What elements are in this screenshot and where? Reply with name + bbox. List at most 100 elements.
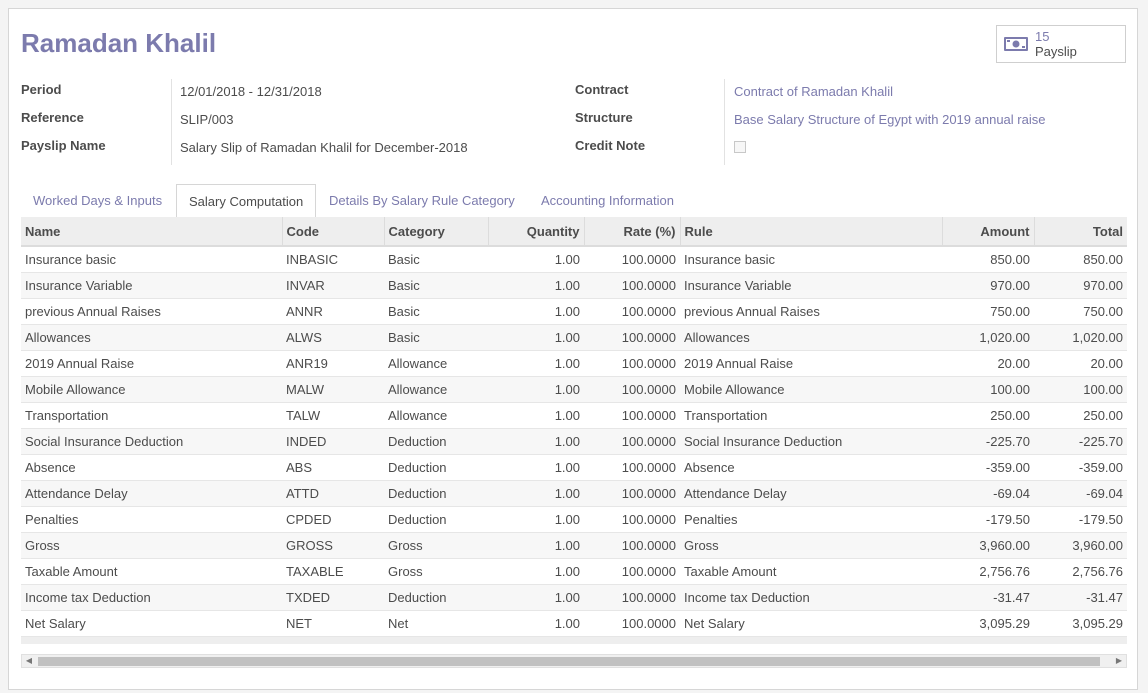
cell-name: Penalties: [21, 506, 282, 533]
cell-rate: 100.0000: [584, 376, 680, 403]
column-header-rule[interactable]: Rule: [679, 217, 942, 247]
column-header-code[interactable]: Code: [281, 217, 384, 247]
payslip-form-sheet: Ramadan Khalil 15 Payslip Period 12/01/2…: [8, 8, 1138, 690]
cell-total: 3,960.00: [1034, 532, 1127, 559]
cell-category: Basic: [384, 246, 488, 273]
cell-total: 100.00: [1034, 376, 1127, 403]
cell-category: Allowance: [384, 350, 488, 377]
scrollbar-thumb[interactable]: [38, 657, 1100, 666]
table-row[interactable]: Absence ABS Deduction 1.00 100.0000 Absence -3…: [21, 454, 1127, 481]
cell-total: 3,095.29: [1034, 610, 1127, 637]
table-row[interactable]: 2019 Annual Raise ANR19 Allowance 1.00 100.0…: [21, 350, 1127, 377]
column-header-quantity[interactable]: Quantity: [487, 217, 584, 247]
table-header-row: Name Code Category Quantity Rate (%) Rul…: [21, 217, 1127, 247]
cell-code: TAXABLE: [282, 558, 384, 585]
column-header-total[interactable]: Total: [1033, 217, 1127, 247]
cell-code: ABS: [282, 454, 384, 481]
cell-quantity: 1.00: [488, 324, 584, 351]
cell-name: Insurance Variable: [21, 272, 282, 299]
cell-name: Income tax Deduction: [21, 584, 282, 611]
column-header-amount[interactable]: Amount: [941, 217, 1034, 247]
cell-quantity: 1.00: [488, 298, 584, 325]
cell-total: 20.00: [1034, 350, 1127, 377]
structure-link[interactable]: Base Salary Structure of Egypt with 2019…: [734, 112, 1045, 127]
cell-code: ALWS: [282, 324, 384, 351]
table-row[interactable]: Attendance Delay ATTD Deduction 1.00 100.000…: [21, 480, 1127, 507]
cell-rate: 100.0000: [584, 454, 680, 481]
cell-amount: 970.00: [942, 272, 1034, 299]
cell-code: GROSS: [282, 532, 384, 559]
cell-rule: Insurance basic: [680, 246, 942, 273]
contract-link[interactable]: Contract of Ramadan Khalil: [734, 84, 893, 99]
cell-amount: -31.47: [942, 584, 1034, 611]
cell-rate: 100.0000: [584, 246, 680, 273]
column-header-name[interactable]: Name: [21, 217, 282, 247]
payslip-smart-button[interactable]: 15 Payslip: [996, 25, 1126, 63]
cell-rate: 100.0000: [584, 610, 680, 637]
cell-category: Basic: [384, 298, 488, 325]
cell-total: -31.47: [1034, 584, 1127, 611]
cell-rule: Income tax Deduction: [680, 584, 942, 611]
cell-rate: 100.0000: [584, 272, 680, 299]
table-row[interactable]: Allowances ALWS Basic 1.00 100.0000 Allowance…: [21, 324, 1127, 351]
structure-label: Structure: [575, 110, 633, 125]
cell-quantity: 1.00: [488, 506, 584, 533]
cell-total: 2,756.76: [1034, 558, 1127, 585]
table-row[interactable]: Income tax Deduction TXDED Deduction 1.00 10…: [21, 584, 1127, 611]
cell-rule: Penalties: [680, 506, 942, 533]
table-row[interactable]: Insurance basic INBASIC Basic 1.00 100.0000 I…: [21, 246, 1127, 273]
credit-note-checkbox[interactable]: [734, 141, 746, 153]
cell-code: INBASIC: [282, 246, 384, 273]
horizontal-scrollbar[interactable]: ◀ ▶: [21, 654, 1127, 668]
cell-rate: 100.0000: [584, 350, 680, 377]
table-row[interactable]: Social Insurance Deduction INDED Deduction…: [21, 428, 1127, 455]
cell-quantity: 1.00: [488, 350, 584, 377]
cell-total: 1,020.00: [1034, 324, 1127, 351]
cell-rule: Mobile Allowance: [680, 376, 942, 403]
cell-total: -69.04: [1034, 480, 1127, 507]
cell-total: 250.00: [1034, 402, 1127, 429]
cell-quantity: 1.00: [488, 480, 584, 507]
cell-category: Allowance: [384, 376, 488, 403]
cell-amount: 750.00: [942, 298, 1034, 325]
table-row[interactable]: Transportation TALW Allowance 1.00 100.0000 T…: [21, 402, 1127, 429]
column-header-rate[interactable]: Rate (%): [583, 217, 680, 247]
cell-amount: 20.00: [942, 350, 1034, 377]
scroll-left-arrow-icon[interactable]: ◀: [22, 655, 36, 667]
cell-rate: 100.0000: [584, 506, 680, 533]
column-header-category[interactable]: Category: [383, 217, 488, 247]
cell-amount: 250.00: [942, 402, 1034, 429]
table-row[interactable]: Taxable Amount TAXABLE Gross 1.00 100.0000 Ta…: [21, 558, 1127, 585]
cell-category: Gross: [384, 558, 488, 585]
cell-rate: 100.0000: [584, 558, 680, 585]
tab-worked-days-inputs[interactable]: Worked Days & Inputs: [21, 184, 174, 217]
table-row[interactable]: Mobile Allowance MALW Allowance 1.00 100.000…: [21, 376, 1127, 403]
cell-category: Deduction: [384, 480, 488, 507]
scroll-right-arrow-icon[interactable]: ▶: [1112, 655, 1126, 667]
tab-salary-computation[interactable]: Salary Computation: [176, 184, 317, 218]
cell-code: TALW: [282, 402, 384, 429]
cell-name: Allowances: [21, 324, 282, 351]
cell-rule: Transportation: [680, 402, 942, 429]
cell-quantity: 1.00: [488, 428, 584, 455]
cell-quantity: 1.00: [488, 402, 584, 429]
cell-rate: 100.0000: [584, 324, 680, 351]
tab-accounting-information[interactable]: Accounting Information: [529, 184, 686, 217]
cell-rate: 100.0000: [584, 532, 680, 559]
table-row[interactable]: Insurance Variable INVAR Basic 1.00 100.0000…: [21, 272, 1127, 299]
table-row[interactable]: Penalties CPDED Deduction 1.00 100.0000 Penal…: [21, 506, 1127, 533]
cell-name: Insurance basic: [21, 246, 282, 273]
cell-total: -225.70: [1034, 428, 1127, 455]
table-row[interactable]: Net Salary NET Net 1.00 100.0000 Net Salary 3,…: [21, 610, 1127, 637]
cell-rule: 2019 Annual Raise: [680, 350, 942, 377]
cell-rule: Taxable Amount: [680, 558, 942, 585]
table-row[interactable]: Gross GROSS Gross 1.00 100.0000 Gross 3,960.00…: [21, 532, 1127, 559]
cell-quantity: 1.00: [488, 532, 584, 559]
cell-amount: 850.00: [942, 246, 1034, 273]
cell-name: 2019 Annual Raise: [21, 350, 282, 377]
cell-quantity: 1.00: [488, 558, 584, 585]
cell-total: -179.50: [1034, 506, 1127, 533]
cell-rule: Net Salary: [680, 610, 942, 637]
table-row[interactable]: previous Annual Raises ANNR Basic 1.00 100.0…: [21, 298, 1127, 325]
tab-details-by-salary-rule-category[interactable]: Details By Salary Rule Category: [317, 184, 527, 217]
